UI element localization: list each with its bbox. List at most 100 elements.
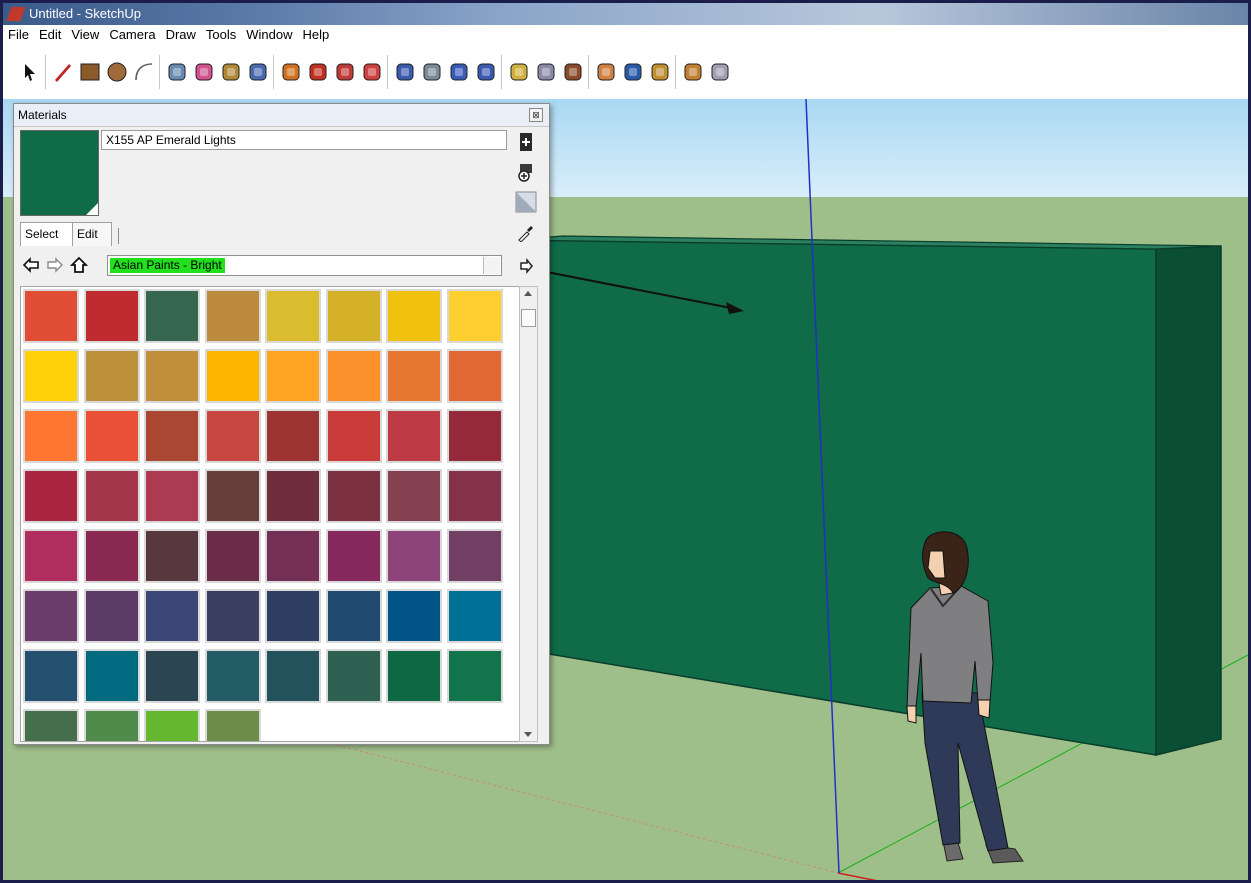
display-secondary-pane-icon[interactable]: [514, 160, 538, 184]
paint-bucket-icon[interactable]: [245, 59, 271, 85]
material-swatch[interactable]: [144, 409, 200, 463]
material-swatch[interactable]: [144, 289, 200, 343]
back-arrow-icon[interactable]: [22, 256, 40, 279]
material-swatch[interactable]: [386, 649, 442, 703]
material-swatch[interactable]: [144, 649, 200, 703]
material-swatch[interactable]: [144, 349, 200, 403]
material-swatch[interactable]: [446, 589, 503, 643]
menu-view[interactable]: View: [66, 25, 104, 42]
material-swatch[interactable]: [386, 529, 442, 583]
material-swatch[interactable]: [446, 529, 503, 583]
material-swatch[interactable]: [23, 589, 79, 643]
get-models-icon[interactable]: [506, 59, 532, 85]
collection-dropdown[interactable]: Asian Paints - Bright: [107, 255, 502, 276]
material-swatch[interactable]: [23, 409, 79, 463]
rectangle-icon[interactable]: [77, 59, 103, 85]
material-swatch[interactable]: [265, 409, 321, 463]
material-swatch[interactable]: [325, 349, 382, 403]
default-material-icon[interactable]: [514, 190, 538, 214]
eraser-icon[interactable]: [191, 59, 217, 85]
sample-paint-eyedropper-icon[interactable]: [514, 221, 538, 245]
components-icon[interactable]: [560, 59, 586, 85]
menu-help[interactable]: Help: [298, 25, 335, 42]
tab-edit[interactable]: Edit: [72, 222, 112, 246]
material-swatch[interactable]: [83, 469, 140, 523]
current-material-swatch[interactable]: [20, 130, 99, 216]
material-swatch[interactable]: [325, 589, 382, 643]
material-swatch[interactable]: [386, 349, 442, 403]
menu-file[interactable]: File: [3, 25, 34, 42]
material-swatch[interactable]: [265, 529, 321, 583]
material-swatch[interactable]: [446, 409, 503, 463]
material-swatch[interactable]: [204, 529, 261, 583]
material-swatch[interactable]: [83, 289, 140, 343]
material-swatch[interactable]: [386, 589, 442, 643]
home-icon[interactable]: [69, 256, 89, 279]
make-component-icon[interactable]: [164, 59, 190, 85]
material-swatch[interactable]: [204, 469, 261, 523]
material-swatch[interactable]: [204, 409, 261, 463]
menu-tools[interactable]: Tools: [201, 25, 241, 42]
material-swatch[interactable]: [83, 709, 140, 741]
material-swatch[interactable]: [144, 589, 200, 643]
material-swatch[interactable]: [23, 289, 79, 343]
material-swatch[interactable]: [446, 289, 503, 343]
material-swatch[interactable]: [204, 289, 261, 343]
follow-me-icon[interactable]: [359, 59, 385, 85]
material-swatch[interactable]: [83, 649, 140, 703]
material-swatch[interactable]: [83, 349, 140, 403]
zoom-icon[interactable]: [446, 59, 472, 85]
material-swatch[interactable]: [23, 529, 79, 583]
chevron-down-icon[interactable]: [483, 257, 500, 274]
material-swatch[interactable]: [265, 349, 321, 403]
material-swatch[interactable]: [23, 709, 79, 741]
material-swatch[interactable]: [83, 529, 140, 583]
pan-icon[interactable]: [419, 59, 445, 85]
material-swatch[interactable]: [386, 409, 442, 463]
material-swatch[interactable]: [204, 349, 261, 403]
tape-measure-icon[interactable]: [218, 59, 244, 85]
add-location-icon[interactable]: [593, 59, 619, 85]
material-swatch[interactable]: [386, 289, 442, 343]
forward-arrow-icon[interactable]: [46, 256, 64, 279]
menu-camera[interactable]: Camera: [104, 25, 160, 42]
material-swatch[interactable]: [144, 709, 200, 741]
material-swatch[interactable]: [325, 289, 382, 343]
scroll-up-icon[interactable]: [524, 291, 532, 296]
material-swatch[interactable]: [204, 589, 261, 643]
material-swatch[interactable]: [446, 649, 503, 703]
material-swatch[interactable]: [204, 649, 261, 703]
material-swatch[interactable]: [23, 649, 79, 703]
create-material-icon[interactable]: [514, 130, 538, 154]
pencil-icon[interactable]: [50, 59, 76, 85]
material-swatch[interactable]: [23, 349, 79, 403]
material-swatch[interactable]: [265, 649, 321, 703]
material-swatch[interactable]: [144, 469, 200, 523]
material-swatch[interactable]: [23, 469, 79, 523]
share-component-icon[interactable]: [680, 59, 706, 85]
material-swatch[interactable]: [265, 289, 321, 343]
menu-window[interactable]: Window: [241, 25, 297, 42]
move-icon[interactable]: [305, 59, 331, 85]
material-swatch[interactable]: [325, 649, 382, 703]
material-swatch[interactable]: [265, 589, 321, 643]
material-swatch[interactable]: [265, 469, 321, 523]
push-pull-icon[interactable]: [278, 59, 304, 85]
orbit-icon[interactable]: [392, 59, 418, 85]
material-swatch[interactable]: [83, 589, 140, 643]
scroll-down-icon[interactable]: [524, 732, 532, 737]
material-swatch[interactable]: [325, 409, 382, 463]
select-arrow-icon[interactable]: [17, 59, 43, 85]
scroll-thumb[interactable]: [521, 309, 536, 327]
material-swatch[interactable]: [325, 469, 382, 523]
material-swatch[interactable]: [386, 469, 442, 523]
material-swatch[interactable]: [83, 409, 140, 463]
material-swatch[interactable]: [204, 709, 261, 741]
photo-textures-icon[interactable]: [707, 59, 733, 85]
google-earth-icon[interactable]: [620, 59, 646, 85]
menu-edit[interactable]: Edit: [34, 25, 66, 42]
close-icon[interactable]: ⊠: [529, 108, 543, 122]
material-swatch[interactable]: [446, 349, 503, 403]
zoom-extents-icon[interactable]: [473, 59, 499, 85]
material-name-input[interactable]: [101, 130, 507, 150]
